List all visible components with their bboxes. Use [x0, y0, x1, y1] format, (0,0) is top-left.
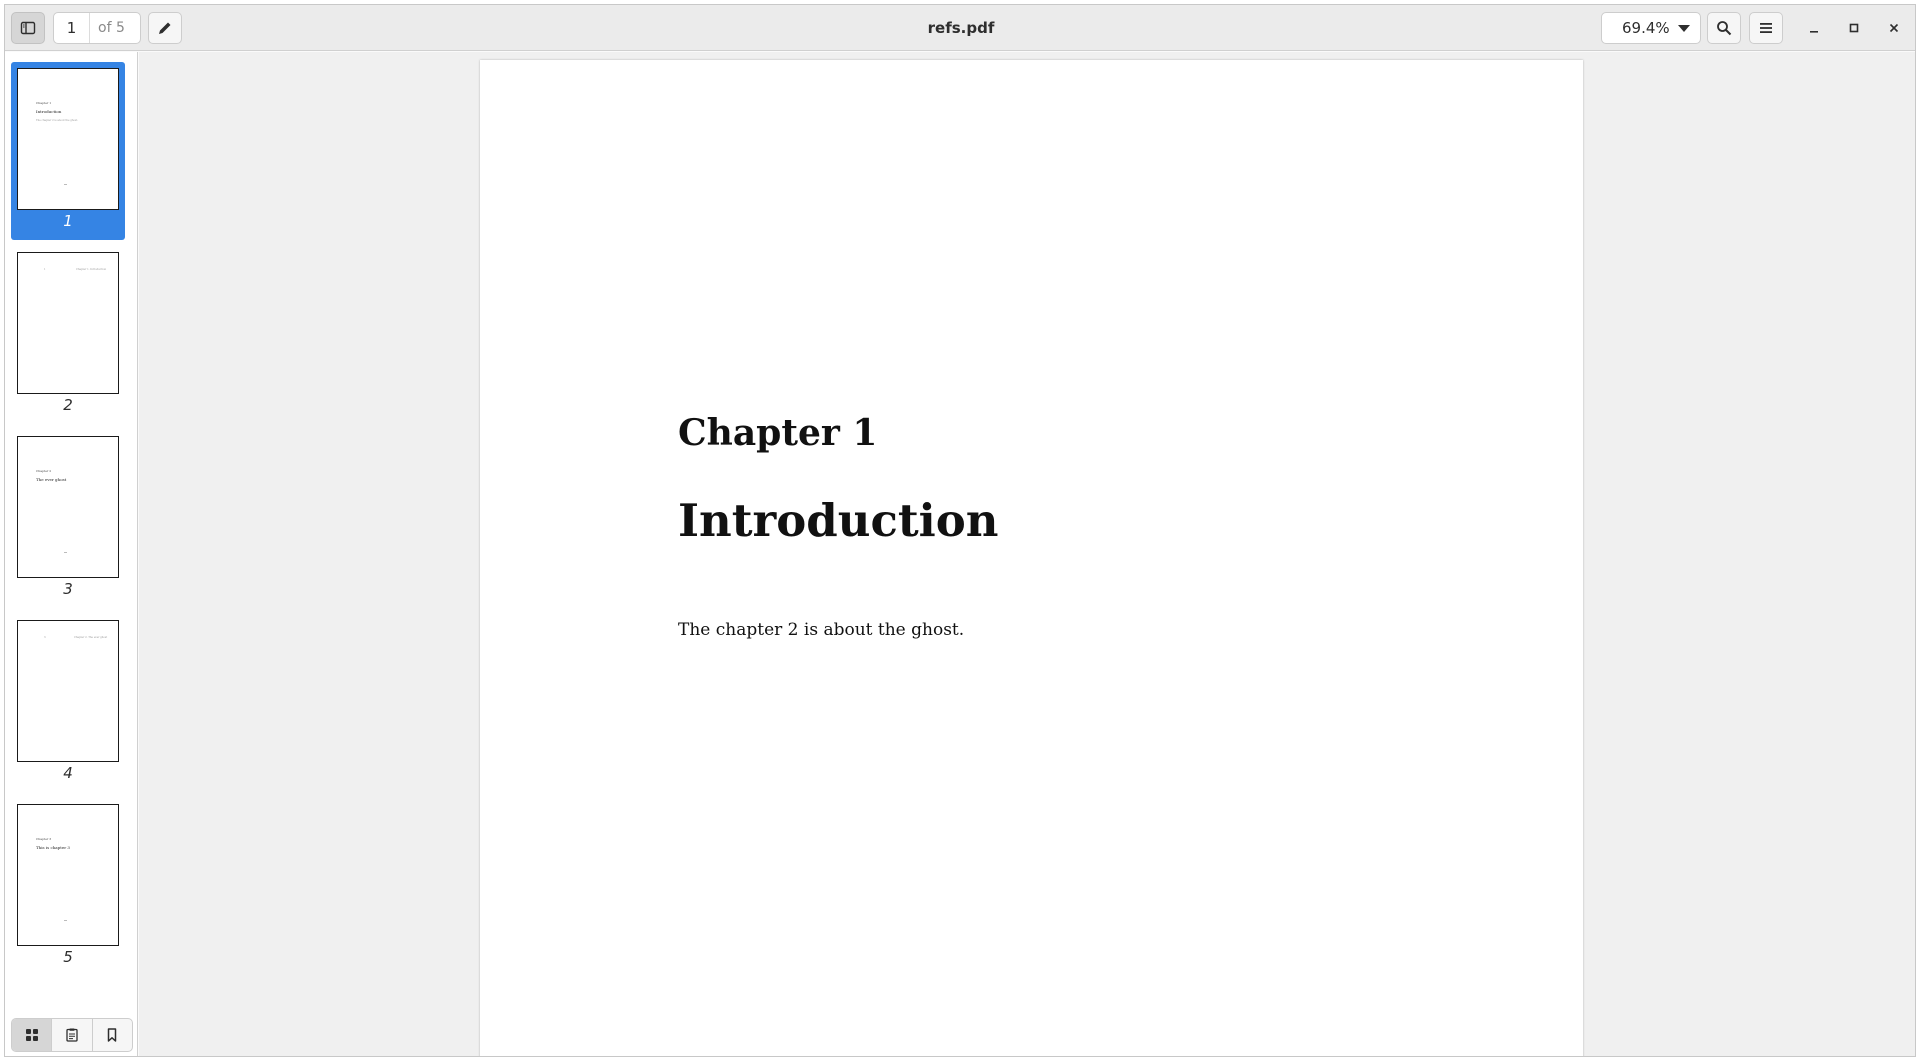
thumbnails-icon [25, 1029, 38, 1041]
header-bar: 1 of 5 refs.pdf 69.4% [5, 5, 1915, 51]
bookmarks-view-button[interactable] [93, 1019, 132, 1051]
thumbnail-text: Chapter 2 [36, 469, 52, 473]
thumbnail-text: Chapter 1 [36, 101, 52, 105]
outline-view-button[interactable] [52, 1019, 93, 1051]
annotate-button[interactable] [148, 12, 182, 44]
bookmarks-icon [108, 1028, 117, 1042]
minimize-button[interactable] [1801, 15, 1827, 41]
close-icon [1889, 23, 1899, 33]
maximize-icon [1849, 23, 1859, 33]
current-page-input[interactable]: 1 [54, 13, 90, 43]
thumbnail-page-1[interactable]: Chapter 1 Introduction The chapter 2 is … [11, 62, 125, 240]
thumbnail-text: 3 [44, 636, 46, 639]
thumbnail-image: 1 Chapter 1. Introduction [17, 252, 119, 394]
thumbnail-label: 1 [63, 212, 73, 230]
chevron-down-icon [1678, 24, 1690, 32]
thumbnail-image: 3 Chapter 2. The ever ghost [17, 620, 119, 762]
sidebar-icon [20, 21, 36, 35]
thumbnail-image: Chapter 2 The ever ghost [17, 436, 119, 578]
thumbnail-page-4[interactable]: 3 Chapter 2. The ever ghost 4 [11, 614, 125, 792]
thumbnail-text: Introduction [36, 109, 62, 114]
thumbnail-label: 2 [63, 396, 73, 414]
thumbnail-page-5[interactable]: Chapter 3 This is chapter 3 5 [11, 798, 125, 976]
sidebar-toggle-button[interactable] [11, 12, 45, 44]
chapter-number: Chapter 1 [678, 412, 878, 454]
thumbnails-view-button[interactable] [12, 1019, 53, 1051]
thumbnail-text: This is chapter 3 [36, 845, 70, 850]
search-icon [1717, 21, 1732, 36]
minimize-icon [1810, 31, 1818, 33]
page-number-entry[interactable]: 1 of 5 [53, 12, 141, 44]
thumbnail-text: Chapter 1. Introduction [76, 268, 107, 271]
document-view[interactable]: Chapter 1 Introduction The chapter 2 is … [139, 52, 1915, 1056]
thumbnail-text: 1 [44, 268, 46, 271]
sidebar: Chapter 1 Introduction The chapter 2 is … [5, 52, 138, 1056]
outline-icon [66, 1028, 78, 1042]
close-button[interactable] [1881, 15, 1907, 41]
body-text: The chapter 2 is about the ghost. [678, 620, 965, 640]
maximize-button[interactable] [1841, 15, 1867, 41]
thumbnail-image: Chapter 3 This is chapter 3 [17, 804, 119, 946]
thumbnail-label: 5 [63, 948, 73, 966]
chapter-title: Introduction [678, 494, 999, 547]
pencil-icon [159, 22, 171, 34]
thumbnail-label: 4 [63, 764, 73, 782]
thumbnail-page-3[interactable]: Chapter 2 The ever ghost 3 [11, 430, 125, 608]
sidebar-view-switcher [11, 1018, 133, 1052]
zoom-selector[interactable]: 69.4% [1601, 12, 1701, 44]
thumbnail-text: Chapter 3 [36, 837, 52, 841]
thumbnail-text: Chapter 2. The ever ghost [74, 636, 108, 639]
page-count-label: of 5 [98, 20, 125, 36]
thumbnail-text: The ever ghost [36, 477, 67, 482]
hamburger-menu-icon [1760, 23, 1772, 33]
thumbnail-text: The chapter 2 is about the ghost. [36, 119, 79, 122]
main-menu-button[interactable] [1749, 12, 1783, 44]
document-viewer-window: 1 of 5 refs.pdf 69.4% Chapter 1 Introduc… [4, 4, 1916, 1057]
search-button[interactable] [1707, 12, 1741, 44]
zoom-value: 69.4% [1622, 19, 1670, 37]
pdf-page: Chapter 1 Introduction The chapter 2 is … [480, 60, 1583, 1056]
thumbnail-label: 3 [63, 580, 73, 598]
thumbnail-page-2[interactable]: 1 Chapter 1. Introduction 2 [11, 246, 125, 424]
thumbnail-image: Chapter 1 Introduction The chapter 2 is … [17, 68, 119, 210]
